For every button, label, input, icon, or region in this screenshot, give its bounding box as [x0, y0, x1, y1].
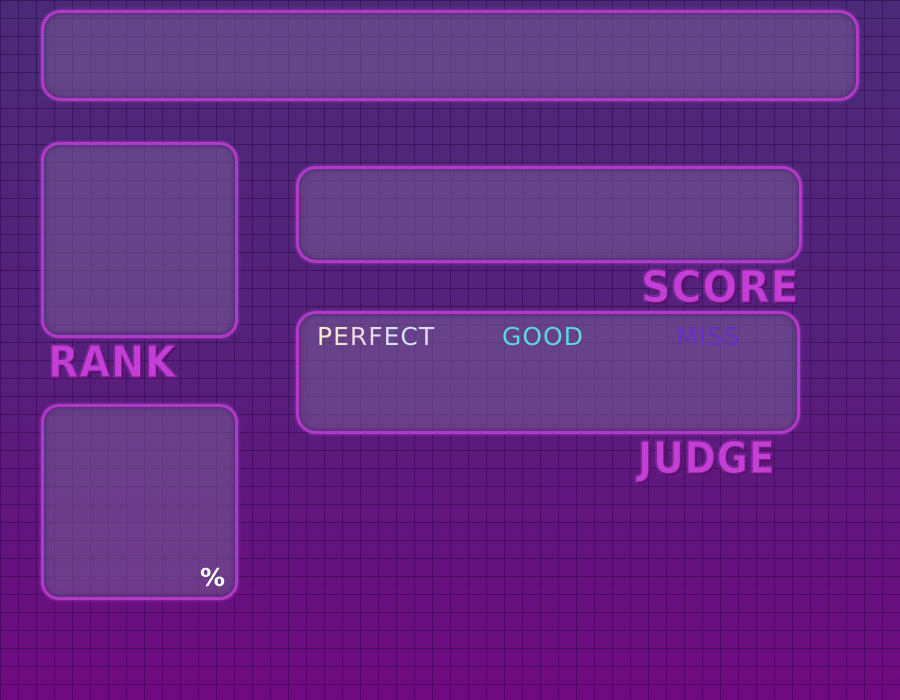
song-info-panel	[41, 10, 859, 101]
miss-label: MISS	[676, 322, 741, 351]
rank-panel	[41, 142, 238, 338]
rank-label: RANK	[48, 337, 177, 388]
good-label: GOOD	[502, 322, 584, 351]
judge-label: JUDGE	[638, 433, 776, 484]
score-panel	[296, 166, 802, 263]
percent-sign: %	[200, 563, 226, 592]
score-label: SCORE	[641, 262, 800, 313]
perfect-label: PERFECT	[317, 322, 436, 351]
